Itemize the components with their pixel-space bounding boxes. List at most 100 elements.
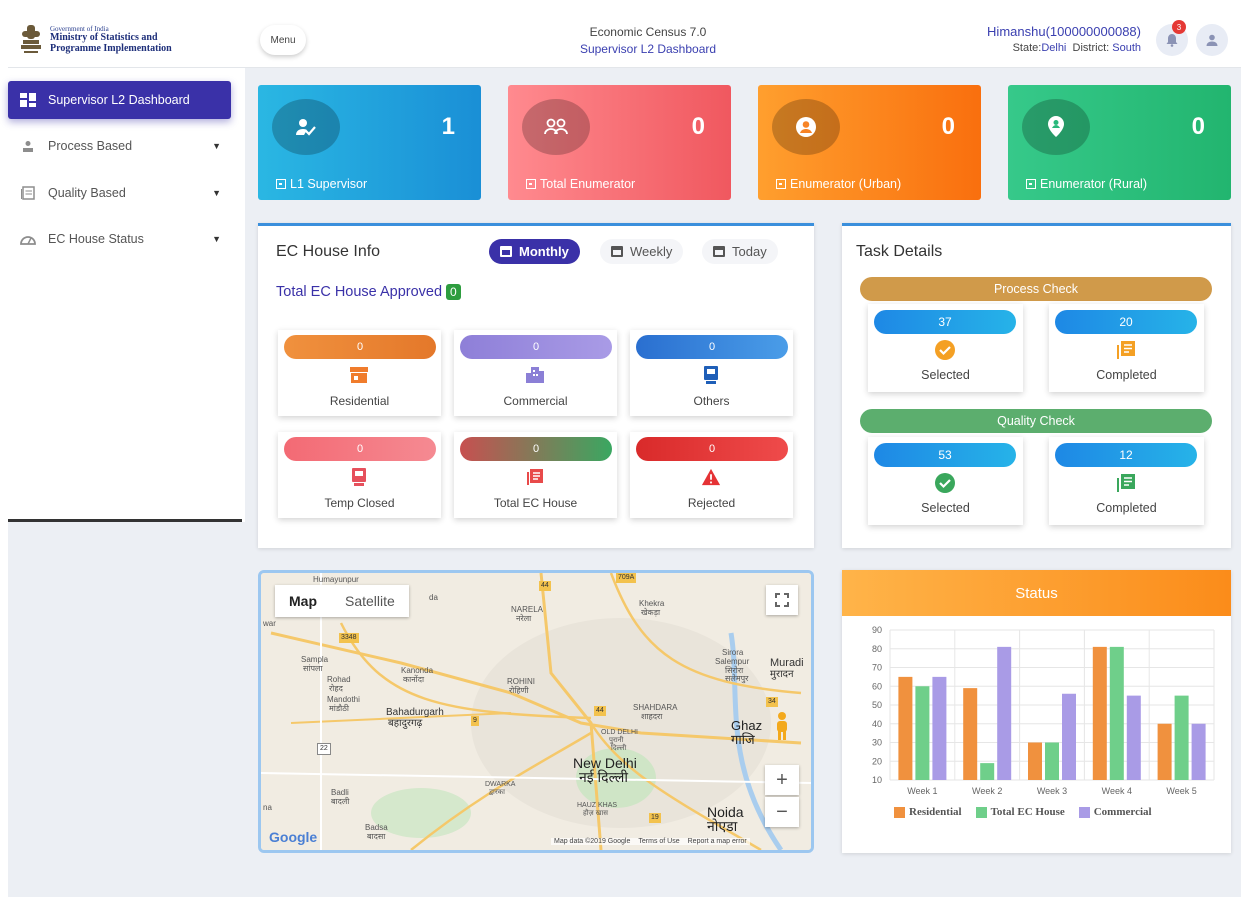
house-count-pill: 0 [636, 437, 788, 461]
x-tick-label: Week 1 [907, 786, 937, 796]
task-count-pill: 12 [1055, 443, 1197, 467]
zoom-out-button[interactable]: − [765, 797, 799, 827]
x-tick-label: Week 2 [972, 786, 1002, 796]
legend-item-commercial[interactable]: Commercial [1078, 806, 1152, 818]
sidebar-item-label: Quality Based [48, 186, 126, 200]
toggle-monthly[interactable]: Monthly [489, 239, 580, 264]
map-place-label: सांपला [303, 664, 323, 673]
stat-card-enumerator-urban[interactable]: 0 Enumerator (Urban) [758, 85, 981, 200]
sidebar-item-dashboard[interactable]: Supervisor L2 Dashboard [8, 81, 231, 119]
user-icon [1206, 34, 1218, 46]
google-logo: Google [269, 829, 318, 845]
sidebar-item-label: EC House Status [48, 232, 144, 246]
sidebar-item-ec-house-status[interactable]: EC House Status ▼ [8, 220, 231, 258]
map-tab[interactable]: Map [275, 585, 331, 617]
bar-residential-week-1 [898, 676, 913, 780]
list-icon [21, 186, 35, 200]
house-card-residential[interactable]: 0 Residential [278, 330, 441, 416]
caret-down-icon: ▼ [212, 234, 221, 244]
process-selected-card[interactable]: 37 Selected [868, 304, 1023, 392]
toggle-today[interactable]: Today [702, 239, 778, 264]
map-place-label: गाजि [731, 732, 755, 747]
census-title: Economic Census 7.0 [589, 25, 707, 39]
map-place-label: नोएडा [707, 818, 738, 834]
y-tick-label: 70 [872, 663, 882, 673]
road-shield: 44 [594, 706, 606, 716]
stat-card-l1-supervisor[interactable]: 1 L1 Supervisor [258, 85, 481, 200]
approved-count-badge: 0 [446, 284, 461, 300]
bar-residential-week-2 [963, 688, 978, 780]
stat-card-enumerator-rural[interactable]: 0 Enumerator (Rural) [1008, 85, 1231, 200]
x-tick-label: Week 5 [1166, 786, 1196, 796]
satellite-tab[interactable]: Satellite [331, 585, 409, 617]
status-panel: Status 10 20 30 40 50 60 70 80 90 Week 1 Week 2 Wee… [842, 570, 1231, 853]
expand-square-icon [276, 179, 286, 189]
map-place-label: Badsa [365, 823, 388, 832]
check-circle-icon [933, 338, 957, 362]
quality-selected-card[interactable]: 53 Selected [868, 437, 1023, 525]
house-card-temp-closed[interactable]: 0 Temp Closed [278, 432, 441, 518]
map-place-label: Humayunpur [313, 575, 359, 584]
legend-item-residential[interactable]: Residential [894, 806, 962, 818]
approved-label: Total EC House Approved [276, 284, 443, 300]
district-label: District: [1072, 42, 1110, 54]
road-shield: 9 [471, 716, 479, 726]
notifications-button[interactable]: 3 [1156, 20, 1188, 56]
stat-label: L1 Supervisor [290, 177, 368, 191]
toggle-weekly[interactable]: Weekly [600, 239, 684, 264]
map-place-label: OLD DELHI [601, 729, 638, 736]
house-card-label: Others [693, 394, 730, 408]
map-place-label: बादली [331, 797, 350, 806]
status-bar-chart: 10 20 30 40 50 60 70 80 90 Week 1 Week 2 Week 3 Week… [872, 625, 1215, 796]
caret-down-icon: ▼ [212, 188, 221, 198]
menu-button[interactable]: Menu [260, 25, 306, 55]
gauge-icon [20, 236, 36, 245]
quality-completed-card[interactable]: 12 Completed [1049, 437, 1204, 525]
calendar-icon [611, 246, 623, 257]
total-approved: Total EC House Approved 0 [276, 284, 461, 300]
national-emblem-icon [18, 23, 44, 57]
quality-check-bar: Quality Check [860, 409, 1212, 433]
house-card-label: Rejected [687, 496, 736, 510]
store-icon [349, 365, 369, 385]
list-icon [1114, 471, 1138, 495]
street-view-pegman-icon[interactable] [767, 708, 797, 744]
road-shield: 44 [539, 581, 551, 591]
house-card-commercial[interactable]: 0 Commercial [454, 330, 617, 416]
calendar-icon [713, 246, 725, 257]
warning-icon [701, 467, 721, 487]
map-place-label: पुरानी [609, 737, 624, 744]
ministry-logo[interactable]: Government of India Ministry of Statisti… [18, 18, 248, 62]
sidebar-item-quality-based[interactable]: Quality Based ▼ [8, 174, 231, 212]
house-card-label: Total EC House [493, 496, 578, 510]
bar-commercial-week-2 [997, 646, 1012, 780]
house-count-pill: 0 [460, 437, 612, 461]
report-error-link[interactable]: Report a map error [688, 838, 747, 845]
map-place-label: Ghaz [731, 718, 763, 733]
bar-total-ec-house-week-5 [1174, 695, 1189, 780]
profile-button[interactable] [1196, 24, 1228, 56]
map-place-label: HAUZ KHAS [577, 802, 618, 809]
house-card-others[interactable]: 0 Others [630, 330, 793, 416]
state-label: State: [1012, 42, 1042, 54]
y-tick-label: 30 [872, 738, 882, 748]
map-place-label: रोहिणी [509, 686, 529, 695]
sidebar-item-process-based[interactable]: Process Based ▼ [8, 127, 231, 165]
dashboard-icon [20, 93, 36, 107]
zoom-in-button[interactable]: + [765, 765, 799, 795]
map-place-label: मांडौठी [329, 704, 349, 713]
process-completed-card[interactable]: 20 Completed [1049, 304, 1204, 392]
notification-count-badge: 3 [1172, 20, 1186, 34]
map-place-label: da [429, 593, 438, 602]
house-card-rejected[interactable]: 0 Rejected [630, 432, 793, 518]
terms-link[interactable]: Terms of Use [638, 838, 679, 845]
map-widget[interactable]: Humayunpur NARELA नरेला Khekra खेकड़ा wa… [258, 570, 814, 853]
map-place-label: Kanonda [401, 666, 434, 675]
fullscreen-button[interactable] [766, 585, 798, 615]
top-header: Government of India Ministry of Statisti… [8, 10, 1241, 68]
stat-card-total-enumerator[interactable]: 0 Total Enumerator [508, 85, 731, 200]
stat-icon-circle [772, 99, 840, 155]
legend-item-total-ec-house[interactable]: Total EC House [975, 806, 1065, 818]
stat-label: Total Enumerator [540, 177, 636, 191]
house-card-total-ec-house[interactable]: 0 Total EC House [454, 432, 617, 518]
